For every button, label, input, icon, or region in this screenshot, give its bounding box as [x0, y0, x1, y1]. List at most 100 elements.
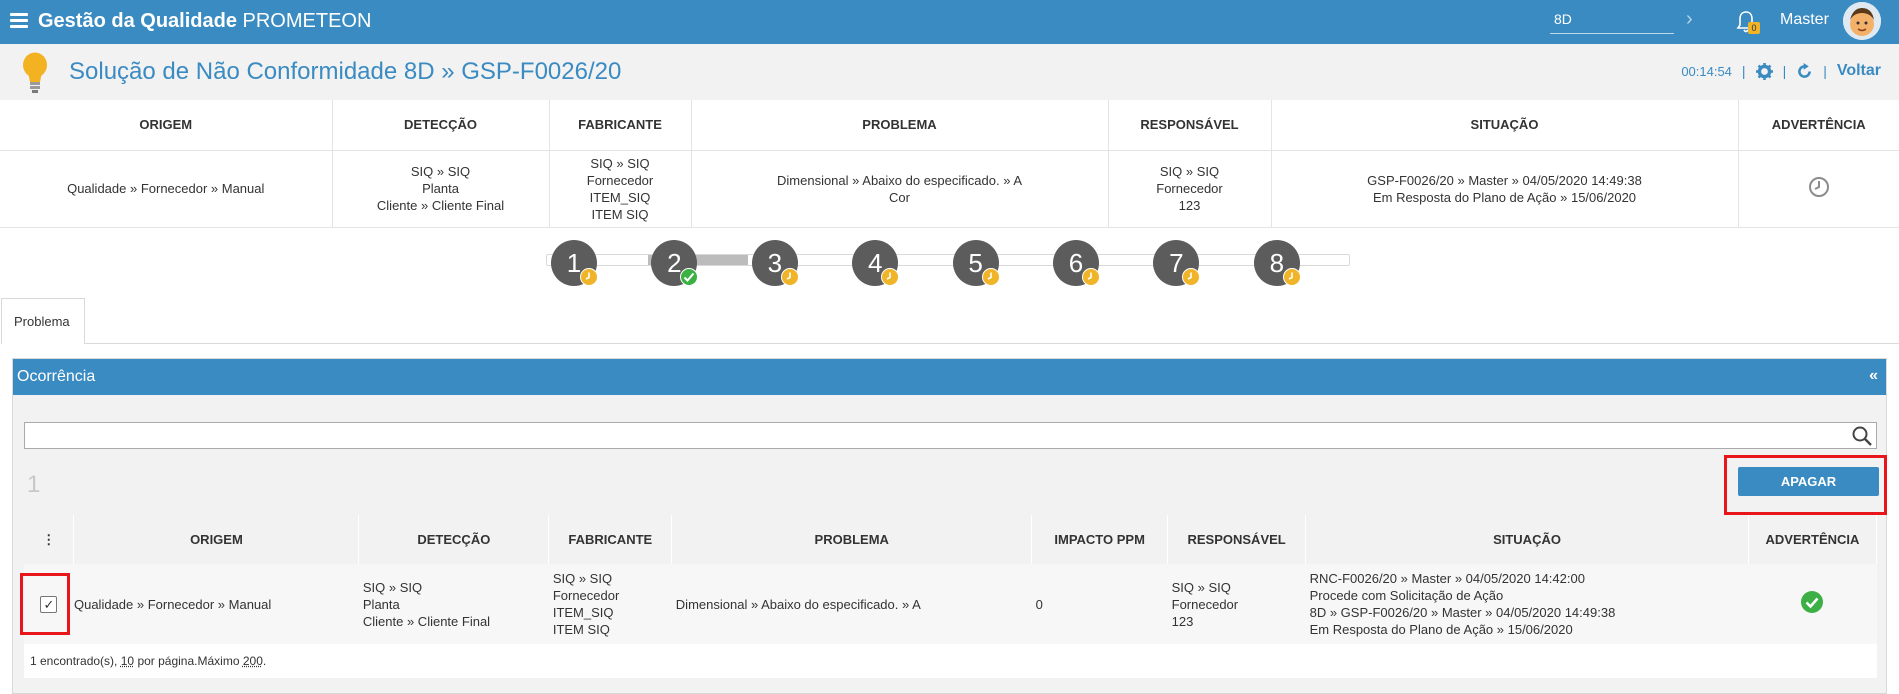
session-timer: 00:14:54	[1681, 63, 1732, 79]
summary-col-origem: ORIGEM	[0, 100, 333, 151]
top-bar: Gestão da Qualidade PROMETEON › 0 Master	[0, 0, 1899, 44]
summary-deteccao-line: Planta	[422, 181, 459, 196]
delete-button[interactable]: APAGAR	[1738, 467, 1879, 496]
summary-fabricante-line: ITEM SIQ	[591, 206, 649, 222]
user-name[interactable]: Master	[1780, 11, 1829, 29]
search-icon[interactable]	[1851, 425, 1873, 447]
row-situacao-line: Procede com Solicitação de Ação	[1309, 588, 1504, 603]
header-actions: 00:14:54 | | | Voltar	[1681, 62, 1881, 80]
step-progress: 12345678	[546, 240, 1350, 288]
row-deteccao-line: Planta	[362, 596, 400, 612]
highlight-row-checkbox	[20, 573, 70, 635]
summary-deteccao: SIQ » SIQ Planta Cliente » Cliente Final	[332, 150, 550, 228]
row-problema: Dimensional » Abaixo do especificado. » …	[671, 564, 1032, 644]
clock-badge-icon	[1182, 268, 1201, 286]
divider: |	[1823, 63, 1827, 79]
summary-col-situacao: SITUAÇÃO	[1271, 100, 1739, 151]
col-origem[interactable]: ORIGEM	[73, 515, 360, 564]
check-circle-icon	[1801, 591, 1824, 613]
collapse-icon[interactable]: «	[1869, 367, 1878, 385]
summary-table: ORIGEM DETECÇÃO FABRICANTE PROBLEMA RESP…	[0, 100, 1899, 228]
clock-badge-icon	[1082, 268, 1100, 286]
table-row[interactable]: ✓ Qualidade » Fornecedor » Manual SIQ » …	[24, 564, 1877, 644]
ocorrencia-panel: Ocorrência « 1 APAGAR ⋮ ORIGEM DETECÇÃO …	[12, 358, 1887, 694]
summary-situacao-line: Em Resposta do Plano de Ação » 15/06/202…	[1372, 189, 1637, 205]
page-title: Solução de Não Conformidade 8D » GSP-F00…	[69, 58, 622, 85]
row-fabricante-line: ITEM_SIQ	[552, 605, 614, 620]
summary-col-problema: PROBLEMA	[691, 100, 1109, 151]
summary-advertencia	[1738, 150, 1899, 228]
found-count: 1 encontrado(s),	[30, 653, 118, 668]
panel-header[interactable]: Ocorrência «	[13, 359, 1886, 395]
summary-situacao-line: GSP-F0026/20 » Master » 04/05/2020 14:49…	[1367, 172, 1642, 188]
tab-problema[interactable]: Problema	[1, 298, 85, 344]
per-page-selector[interactable]: 10	[121, 654, 134, 668]
row-responsavel-line: Fornecedor	[1171, 596, 1239, 612]
top-search-input[interactable]	[1554, 11, 1672, 27]
col-fabricante[interactable]: FABRICANTE	[548, 515, 673, 564]
summary-fabricante-line: Fornecedor	[586, 172, 654, 188]
tab-divider	[85, 343, 1899, 344]
clock-badge-icon	[1282, 268, 1301, 286]
row-situacao-line: 8D » GSP-F0026/20 » Master » 04/05/2020 …	[1309, 605, 1616, 620]
clock-badge-icon	[580, 268, 598, 286]
results-count: 1 encontrado(s), 10 por página.Máximo 20…	[24, 644, 1877, 678]
summary-fabricante-line: ITEM_SIQ	[589, 189, 651, 205]
col-responsavel[interactable]: RESPONSÁVEL	[1167, 515, 1307, 564]
summary-col-responsavel: RESPONSÁVEL	[1108, 100, 1272, 151]
panel-title: Ocorrência	[17, 368, 96, 385]
row-deteccao-line: SIQ » SIQ	[362, 579, 423, 595]
summary-responsavel: SIQ » SIQ Fornecedor 123	[1108, 150, 1272, 228]
summary-problema-line: Dimensional » Abaixo do especificado. » …	[777, 172, 1022, 188]
clock-badge-icon	[881, 268, 900, 286]
results-footer: 1 encontrado(s), 10 por página.Máximo 20…	[24, 644, 1877, 678]
results-table: ⋮ ORIGEM DETECÇÃO FABRICANTE PROBLEMA IM…	[24, 515, 1878, 678]
summary-col-deteccao: DETECÇÃO	[332, 100, 550, 151]
clock-badge-icon	[981, 268, 1000, 286]
filter-input[interactable]	[25, 423, 1835, 448]
filter-field[interactable]	[24, 422, 1877, 449]
summary-col-advertencia: ADVERTÊNCIA	[1738, 100, 1899, 151]
row-advertencia	[1748, 564, 1877, 644]
page-header: Solução de Não Conformidade 8D » GSP-F00…	[0, 44, 1899, 100]
app-title-bold: Gestão da Qualidade	[38, 10, 237, 32]
footer-end: .	[262, 653, 267, 668]
row-origem: Qualidade » Fornecedor » Manual	[73, 564, 359, 644]
summary-situacao: GSP-F0026/20 » Master » 04/05/2020 14:49…	[1271, 150, 1739, 228]
summary-responsavel-line: Fornecedor	[1156, 181, 1223, 196]
summary-header-row: ORIGEM DETECÇÃO FABRICANTE PROBLEMA RESP…	[0, 100, 1899, 151]
max-selector[interactable]: 200	[243, 654, 263, 668]
results-header-row: ⋮ ORIGEM DETECÇÃO FABRICANTE PROBLEMA IM…	[24, 515, 1878, 564]
page-number: 1	[27, 471, 41, 498]
row-fabricante: SIQ » SIQ Fornecedor ITEM_SIQ ITEM SIQ	[548, 564, 672, 644]
summary-deteccao-line: Cliente » Cliente Final	[376, 198, 505, 213]
row-situacao-line: RNC-F0026/20 » Master » 04/05/2020 14:42…	[1309, 571, 1585, 586]
avatar[interactable]	[1843, 2, 1881, 40]
row-fabricante-line: ITEM SIQ	[552, 622, 610, 637]
row-impacto: 0	[1031, 564, 1168, 644]
app-title-rest: PROMETEON	[242, 10, 372, 32]
chevron-right-icon[interactable]: ›	[1686, 8, 1693, 31]
back-link[interactable]: Voltar	[1837, 62, 1881, 80]
summary-problema-line: Cor	[889, 189, 910, 205]
menu-icon[interactable]	[10, 13, 28, 28]
gear-icon[interactable]	[1755, 62, 1773, 80]
col-advertencia[interactable]: ADVERTÊNCIA	[1748, 515, 1878, 564]
refresh-icon[interactable]	[1796, 62, 1813, 80]
summary-responsavel-line: SIQ » SIQ	[1159, 164, 1220, 179]
app-title: Gestão da Qualidade PROMETEON	[38, 10, 371, 33]
lightbulb-icon	[23, 52, 47, 93]
col-problema[interactable]: PROBLEMA	[671, 515, 1033, 564]
top-search-field[interactable]	[1550, 8, 1674, 34]
clock-badge-icon	[780, 268, 799, 286]
col-impacto-ppm[interactable]: IMPACTO PPM	[1031, 515, 1169, 564]
summary-responsavel-line: 123	[1178, 198, 1201, 213]
per-page-text: por página.Máximo	[137, 653, 240, 668]
summary-fabricante-line: SIQ » SIQ	[590, 155, 650, 171]
divider: |	[1741, 63, 1746, 79]
col-deteccao[interactable]: DETECÇÃO	[358, 515, 550, 564]
row-deteccao-line: Cliente » Cliente Final	[362, 613, 491, 629]
row-menu-icon[interactable]: ⋮	[24, 515, 75, 564]
col-situacao[interactable]: SITUAÇÃO	[1305, 515, 1749, 564]
summary-problema: Dimensional » Abaixo do especificado. » …	[691, 150, 1109, 228]
